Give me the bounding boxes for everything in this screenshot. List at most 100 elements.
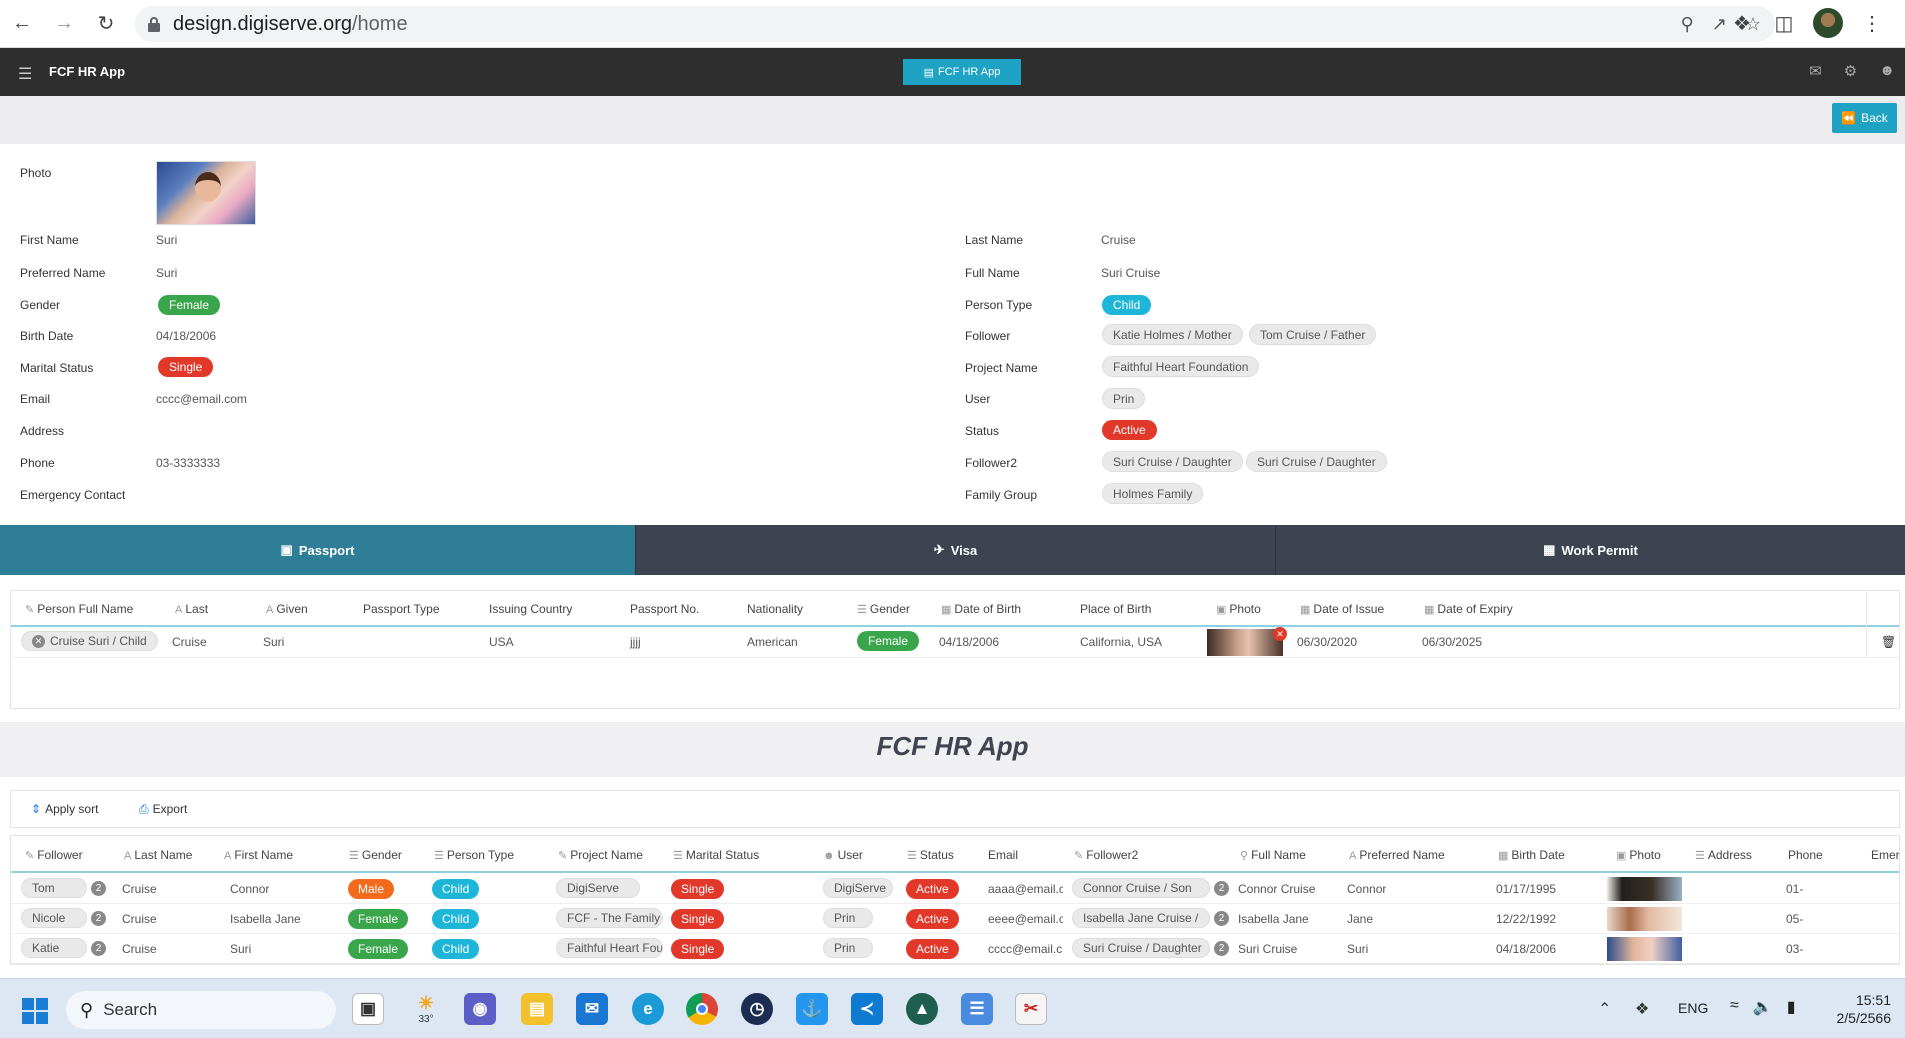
windows-start-icon[interactable] xyxy=(22,998,48,1024)
taskbar-clock[interactable]: 15:51 2/5/2566 xyxy=(1837,991,1892,1027)
column-header[interactable]: Passport No. xyxy=(630,602,699,616)
gitkraken-icon[interactable]: ▲ xyxy=(906,993,938,1025)
column-header[interactable]: ▦ Date of Issue xyxy=(1300,602,1384,616)
column-header[interactable]: ☰ Gender xyxy=(349,848,402,862)
profile-avatar[interactable] xyxy=(1813,8,1843,38)
user-icon[interactable]: ☻ xyxy=(1879,62,1895,80)
cell-photo-thumbnail[interactable] xyxy=(1607,907,1682,931)
cell-photo-thumbnail[interactable] xyxy=(1607,937,1682,961)
column-header[interactable]: ☰ Status xyxy=(907,848,954,862)
follower-chip[interactable]: Tom Cruise / Father xyxy=(1249,324,1377,345)
column-header[interactable]: ☰ Person Type xyxy=(434,848,514,862)
passport-photo-thumbnail[interactable] xyxy=(1207,629,1283,656)
share-icon[interactable]: ↗ xyxy=(1712,14,1727,35)
notepad-icon[interactable]: ☰ xyxy=(961,993,993,1025)
column-header[interactable]: Issuing Country xyxy=(489,602,572,616)
column-header[interactable]: ✎ Follower2 xyxy=(1074,848,1138,862)
trash-icon[interactable]: 🗑 xyxy=(1881,635,1896,649)
extensions-icon[interactable]: ❖ xyxy=(1729,10,1755,36)
column-header[interactable]: ☰ Marital Status xyxy=(673,848,759,862)
follower-chip[interactable]: Nicole xyxy=(21,908,87,928)
cell-photo-thumbnail[interactable] xyxy=(1607,877,1682,901)
table-row[interactable]: Katie 2 Cruise Suri Female Child Faithfu… xyxy=(11,934,1899,964)
follower-chip[interactable]: Tom xyxy=(21,878,87,898)
follower2-chip[interactable]: Suri Cruise / Daughter xyxy=(1102,451,1243,472)
column-header[interactable]: Nationality xyxy=(747,602,803,616)
back-arrow-icon[interactable]: ← xyxy=(2,4,42,44)
column-header[interactable]: ⚲ Full Name xyxy=(1240,848,1306,862)
user-chip[interactable]: Prin xyxy=(1102,388,1146,409)
wifi-icon[interactable]: ≈ xyxy=(1730,997,1739,1017)
column-header[interactable]: Email xyxy=(988,848,1018,862)
cell-follower2-chip[interactable]: Connor Cruise / Son xyxy=(1072,878,1210,898)
person-chip[interactable]: ✕ Cruise Suri / Child xyxy=(21,631,158,651)
follower-chip[interactable]: Katie xyxy=(21,938,87,958)
column-header[interactable]: ▦ Birth Date xyxy=(1498,848,1565,862)
zoom-icon[interactable]: ⚲ xyxy=(1681,14,1694,35)
more-menu-icon[interactable]: ⋮ xyxy=(1859,10,1885,36)
column-header[interactable]: A Preferred Name xyxy=(1349,848,1445,862)
export-button[interactable]: ⎙ Export xyxy=(139,802,187,817)
app-center-button[interactable]: ▤ FCF HR App xyxy=(903,59,1021,85)
side-panel-icon[interactable]: ◫ xyxy=(1771,10,1797,36)
cell-user-chip[interactable]: DigiServe xyxy=(823,878,893,898)
edge-browser-icon[interactable]: e xyxy=(632,993,664,1025)
chevron-up-icon[interactable]: ⌃ xyxy=(1598,999,1611,1019)
teams-chat-icon[interactable]: ◉ xyxy=(464,993,496,1025)
column-header[interactable]: ▦ Date of Expiry xyxy=(1424,602,1513,616)
task-view-icon[interactable]: ▣ xyxy=(352,993,384,1025)
tab-visa[interactable]: ✈ Visa xyxy=(635,525,1275,575)
table-row[interactable]: Nicole 2 Cruise Isabella Jane Female Chi… xyxy=(11,904,1899,934)
vscode-icon[interactable]: ≺ xyxy=(851,993,883,1025)
hamburger-menu-icon[interactable]: ☰ xyxy=(18,64,32,84)
cell-project-chip[interactable]: FCF - The Family C xyxy=(556,908,663,928)
tab-work-permit[interactable]: ▦ Work Permit xyxy=(1275,525,1905,575)
column-header[interactable]: Passport Type xyxy=(363,602,440,616)
snipping-tool-icon[interactable]: ✂ xyxy=(1015,993,1047,1025)
weather-widget[interactable]: ☀ 33° xyxy=(410,993,442,1025)
taskbar-search[interactable]: ⚲ Search xyxy=(66,991,336,1029)
address-bar[interactable]: design.digiserve.org/home ⚲ ↗ ☆ xyxy=(135,6,1775,42)
person-photo[interactable] xyxy=(156,161,256,225)
table-row[interactable]: Tom 2 Cruise Connor Male Child DigiServe… xyxy=(11,874,1899,904)
cell-follower2-chip[interactable]: Isabella Jane Cruise / xyxy=(1072,908,1210,928)
battery-icon[interactable]: ▮ xyxy=(1787,997,1796,1017)
column-header[interactable]: ✎ Project Name xyxy=(558,848,643,862)
mail-icon[interactable]: ✉ xyxy=(1809,62,1822,80)
column-header[interactable]: ☰ Address xyxy=(1695,848,1752,862)
language-indicator[interactable]: ENG xyxy=(1678,1000,1708,1016)
column-header[interactable]: A Last xyxy=(175,602,208,616)
cell-follower2-chip[interactable]: Suri Cruise / Daughter xyxy=(1072,938,1210,958)
cell-user-chip[interactable]: Prin xyxy=(823,908,873,928)
column-header[interactable]: A First Name xyxy=(224,848,293,862)
settings-gear-icon[interactable]: ⚙ xyxy=(1844,62,1857,80)
remove-icon[interactable]: ✕ xyxy=(32,634,45,648)
family-group-chip[interactable]: Holmes Family xyxy=(1102,483,1204,504)
column-header[interactable]: ▣ Photo xyxy=(1616,848,1661,862)
column-header[interactable]: A Last Name xyxy=(124,848,192,862)
chrome-browser-icon[interactable] xyxy=(686,993,718,1025)
column-header[interactable]: ☰ Gender xyxy=(857,602,910,616)
file-explorer-icon[interactable]: ▤ xyxy=(521,993,553,1025)
cell-project-chip[interactable]: Faithful Heart Fou xyxy=(556,938,663,958)
timer-app-icon[interactable]: ◷ xyxy=(741,993,773,1025)
column-header[interactable]: ▦ Date of Birth xyxy=(941,602,1021,616)
column-header[interactable]: ✎ Follower xyxy=(25,848,83,862)
project-name-chip[interactable]: Faithful Heart Foundation xyxy=(1102,356,1260,377)
back-button[interactable]: ⏪ Back xyxy=(1832,103,1897,133)
passport-row[interactable]: ✕ Cruise Suri / Child Cruise Suri USA jjj… xyxy=(11,627,1899,658)
cell-project-chip[interactable]: DigiServe xyxy=(556,878,640,898)
forward-arrow-icon[interactable]: → xyxy=(44,4,84,44)
column-header[interactable]: Phone xyxy=(1788,848,1823,862)
delete-photo-icon[interactable]: ✕ xyxy=(1273,627,1287,641)
mail-app-icon[interactable]: ✉ xyxy=(576,993,608,1025)
column-header[interactable]: Place of Birth xyxy=(1080,602,1151,616)
volume-icon[interactable]: 🔈 xyxy=(1753,997,1773,1017)
column-header[interactable]: ✎ Person Full Name xyxy=(25,602,133,616)
reload-icon[interactable]: ↻ xyxy=(86,4,126,44)
column-header[interactable]: Emer xyxy=(1871,848,1899,862)
column-header[interactable]: ☻ User xyxy=(823,848,863,862)
apply-sort-button[interactable]: ⇕ Apply sort xyxy=(31,802,98,816)
follower-chip[interactable]: Katie Holmes / Mother xyxy=(1102,324,1243,345)
docker-icon[interactable]: ⚓ xyxy=(796,993,828,1025)
